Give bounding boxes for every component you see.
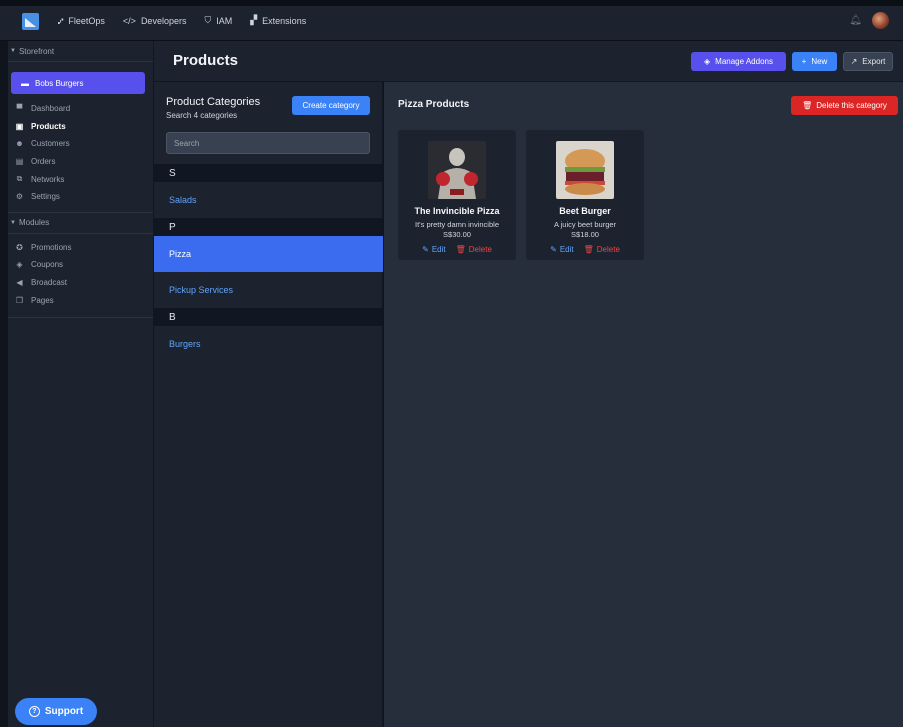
trash-icon: 🗑︎ — [802, 101, 813, 110]
product-price: S$18.00 — [571, 230, 599, 239]
sidebar-item-networks[interactable]: ⧉ Networks — [8, 170, 153, 188]
plus-icon: + — [801, 57, 807, 66]
delete-category-button[interactable]: 🗑︎ Delete this category — [791, 96, 898, 115]
categories-title: Product Categories — [166, 96, 261, 108]
sidebar-item-coupons[interactable]: ◈ Coupons — [8, 256, 153, 274]
category-item-burgers[interactable]: Burgers — [154, 326, 383, 362]
category-item-pizza[interactable]: Pizza — [154, 236, 383, 272]
delete-product-button[interactable]: 🗑︎ Delete — [584, 245, 620, 254]
route-icon: ⑇ — [58, 15, 64, 26]
page-header: Products ◈ Manage Addons + New ↗ Export — [154, 41, 903, 82]
user-avatar[interactable] — [872, 12, 889, 29]
product-name: Beet Burger — [559, 206, 611, 216]
category-item-salads[interactable]: Salads — [154, 182, 383, 218]
sidebar-item-broadcast[interactable]: ◀ Broadcast — [8, 274, 153, 292]
sidebar-item-pages[interactable]: ❒ Pages — [8, 291, 153, 309]
new-button[interactable]: + New — [792, 52, 837, 71]
nav-fleetops[interactable]: ⑇ FleetOps — [58, 15, 105, 26]
app-logo-icon[interactable] — [22, 13, 39, 30]
caret-down-icon: ▼ — [10, 48, 16, 54]
product-card[interactable]: Beet Burger A juicy beet burger S$18.00 … — [526, 130, 644, 260]
delete-product-button[interactable]: 🗑︎ Delete — [456, 245, 492, 254]
users-icon: ☻ — [15, 139, 24, 149]
category-group-letter: B — [154, 308, 383, 326]
box-icon: ▣ — [15, 121, 24, 131]
tag-icon: ◈ — [704, 57, 711, 66]
category-group-letter: P — [154, 218, 383, 236]
product-name: The Invincible Pizza — [414, 206, 500, 216]
file-icon: ▤ — [15, 157, 24, 167]
nav-developers[interactable]: </> Developers — [123, 15, 187, 26]
caret-down-icon: ▼ — [10, 219, 16, 226]
edit-product-button[interactable]: ✎ Edit — [550, 245, 574, 254]
megaphone-icon: ◀ — [16, 278, 23, 288]
product-description: A juicy beet burger — [553, 220, 617, 229]
pencil-icon: ✎ — [550, 245, 557, 254]
tag-icon: ◈ — [16, 260, 23, 270]
divider — [8, 316, 153, 318]
trash-icon: 🗑︎ — [455, 245, 466, 254]
modules-section-header[interactable]: ▼ Modules — [8, 213, 153, 233]
category-list: S Salads P Pizza Pickup Services B Burge… — [154, 164, 383, 362]
dashboard-icon: ▀ — [16, 104, 23, 114]
network-icon: ⧉ — [16, 174, 23, 184]
page-title: Products — [173, 52, 239, 69]
category-search-input[interactable] — [166, 132, 370, 154]
pencil-icon: ✎ — [422, 245, 429, 254]
product-image — [556, 141, 614, 199]
product-actions: ✎ Edit 🗑︎ Delete — [398, 245, 516, 254]
award-icon: ✪ — [16, 242, 23, 252]
nav-iam[interactable]: ⛉ IAM — [204, 15, 232, 26]
categories-subtitle: Search 4 categories — [166, 111, 238, 120]
sidebar-item-dashboard[interactable]: ▀ Dashboard — [8, 100, 153, 118]
store-icon: ▬ — [21, 78, 29, 88]
nav-extensions[interactable]: ▞ Extensions — [250, 15, 306, 26]
bell-icon[interactable]: 🔔︎ — [849, 15, 862, 26]
sidebar-item-settings[interactable]: ⚙ Settings — [8, 188, 153, 206]
edit-product-button[interactable]: ✎ Edit — [422, 245, 446, 254]
arrow-up-right-icon: ↗ — [850, 57, 858, 66]
top-navbar: ⑇ FleetOps </> Developers ⛉ IAM ▞ Extensions… — [0, 0, 903, 41]
products-title: Pizza Products — [398, 99, 470, 110]
support-button[interactable]: ? Support — [15, 698, 97, 725]
sidebar-item-customers[interactable]: ☻ Customers — [8, 135, 153, 153]
manage-addons-button[interactable]: ◈ Manage Addons — [691, 52, 786, 71]
sidebar: ▼ Storefront ▬ Bobs Burgers ▀ Dashboard ▣ Pr… — [0, 41, 154, 727]
top-nav-links: ⑇ FleetOps </> Developers ⛉ IAM ▞ Extensions — [58, 15, 324, 26]
product-image — [428, 141, 486, 199]
export-button[interactable]: ↗ Export — [843, 52, 893, 71]
sidebar-item-promotions[interactable]: ✪ Promotions — [8, 239, 153, 257]
shield-icon: ⛉ — [204, 15, 212, 25]
help-circle-icon: ? — [28, 706, 40, 717]
sidebar-item-orders[interactable]: ▤ Orders — [8, 153, 153, 171]
product-description: It's pretty damn invincible — [415, 220, 499, 229]
products-panel: Pizza Products 🗑︎ Delete this category Th… — [384, 82, 903, 727]
code-icon: </> — [122, 15, 136, 26]
trash-icon: 🗑︎ — [583, 245, 594, 254]
pages-icon: ❒ — [15, 295, 24, 305]
category-item-pickup-services[interactable]: Pickup Services — [154, 272, 383, 308]
divider — [8, 61, 153, 62]
puzzle-icon: ▞ — [250, 15, 258, 25]
product-actions: ✎ Edit 🗑︎ Delete — [526, 245, 644, 254]
store-switcher-button[interactable]: ▬ Bobs Burgers — [11, 72, 145, 94]
create-category-button[interactable]: Create category — [292, 96, 370, 115]
categories-panel: Product Categories Search 4 categories C… — [154, 82, 383, 727]
product-price: S$30.00 — [443, 230, 471, 239]
storefront-section-header[interactable]: ▼ Storefront — [8, 41, 153, 61]
gear-icon: ⚙ — [15, 192, 24, 202]
category-group-letter: S — [154, 164, 383, 182]
sidebar-item-products[interactable]: ▣ Products — [8, 118, 153, 136]
product-card[interactable]: The Invincible Pizza It's pretty damn in… — [398, 130, 516, 260]
